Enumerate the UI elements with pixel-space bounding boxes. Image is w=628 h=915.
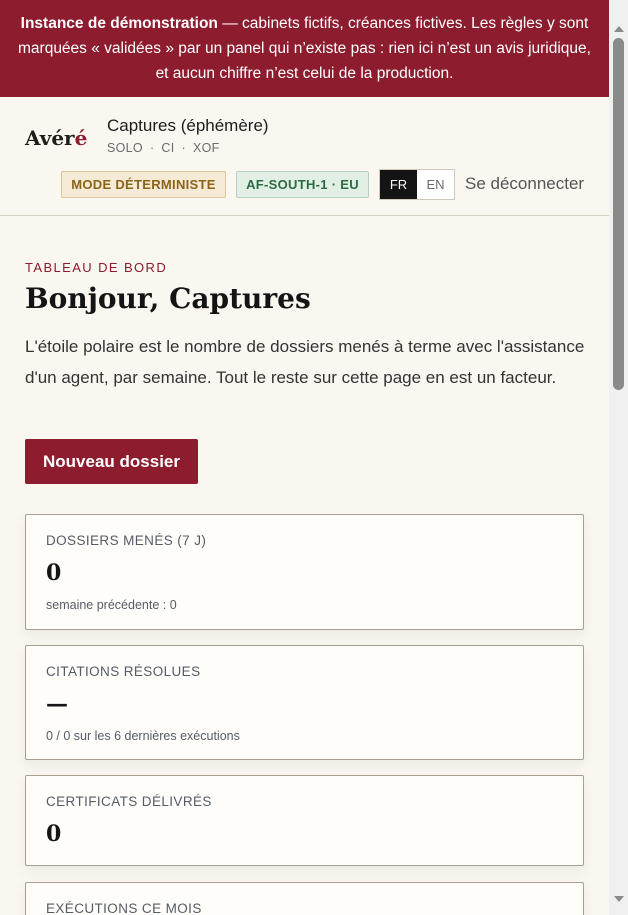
metric-sub: 0 / 0 sur les 6 dernières exécutions xyxy=(46,729,240,743)
metric-label: EXÉCUTIONS CE MOIS xyxy=(46,901,202,915)
metric-card-citations: CITATIONS RÉSOLUES — 0 / 0 sur les 6 der… xyxy=(25,645,584,760)
new-case-button[interactable]: Nouveau dossier xyxy=(25,439,198,484)
banner-strong: Instance de démonstration xyxy=(20,15,218,32)
region-badge: AF-SOUTH-1 · EU xyxy=(236,171,369,198)
metric-card-cases: DOSSIERS MENÉS (7 J) 0 semaine précédent… xyxy=(25,514,584,630)
scrollbar[interactable] xyxy=(609,0,628,915)
metric-value: 0 xyxy=(46,821,62,847)
workspace-meta: SOLO · CI · XOF xyxy=(107,141,220,155)
workspace-name: Captures (éphémère) xyxy=(107,116,269,135)
lang-en-button[interactable]: EN xyxy=(417,170,454,199)
logo[interactable]: Avéré xyxy=(25,126,87,150)
page: Instance de démonstration — cabinets fic… xyxy=(0,0,609,915)
logout-link[interactable]: Se déconnecter xyxy=(465,174,584,194)
demo-banner: Instance de démonstration — cabinets fic… xyxy=(0,0,609,97)
metric-card-runs: EXÉCUTIONS CE MOIS xyxy=(25,882,584,915)
meta-currency: XOF xyxy=(192,141,220,155)
scroll-up-icon[interactable] xyxy=(614,26,624,32)
page-intro: L'étoile polaire est le nombre de dossie… xyxy=(25,337,585,387)
scroll-down-icon[interactable] xyxy=(614,896,624,902)
metric-value: — xyxy=(46,691,68,717)
app-header xyxy=(0,97,609,216)
metric-sub: semaine précédente : 0 xyxy=(46,598,177,612)
meta-plan: SOLO xyxy=(107,141,143,155)
metric-label: CERTIFICATS DÉLIVRÉS xyxy=(46,794,212,809)
language-switcher: FR EN xyxy=(379,169,455,200)
page-eyebrow: TABLEAU DE BORD xyxy=(25,260,168,275)
page-title: Bonjour, Captures xyxy=(25,282,311,315)
metric-label: CITATIONS RÉSOLUES xyxy=(46,664,201,679)
metric-card-certificates: CERTIFICATS DÉLIVRÉS 0 xyxy=(25,775,584,866)
mode-badge: MODE DÉTERMINISTE xyxy=(61,171,226,198)
scroll-thumb[interactable] xyxy=(613,38,624,390)
logo-accent: é xyxy=(74,126,88,150)
metric-value: 0 xyxy=(46,560,62,586)
metric-label: DOSSIERS MENÉS (7 J) xyxy=(46,533,207,548)
logo-text: Avér xyxy=(25,126,75,150)
meta-country: CI xyxy=(161,141,175,155)
lang-fr-button[interactable]: FR xyxy=(380,170,417,199)
